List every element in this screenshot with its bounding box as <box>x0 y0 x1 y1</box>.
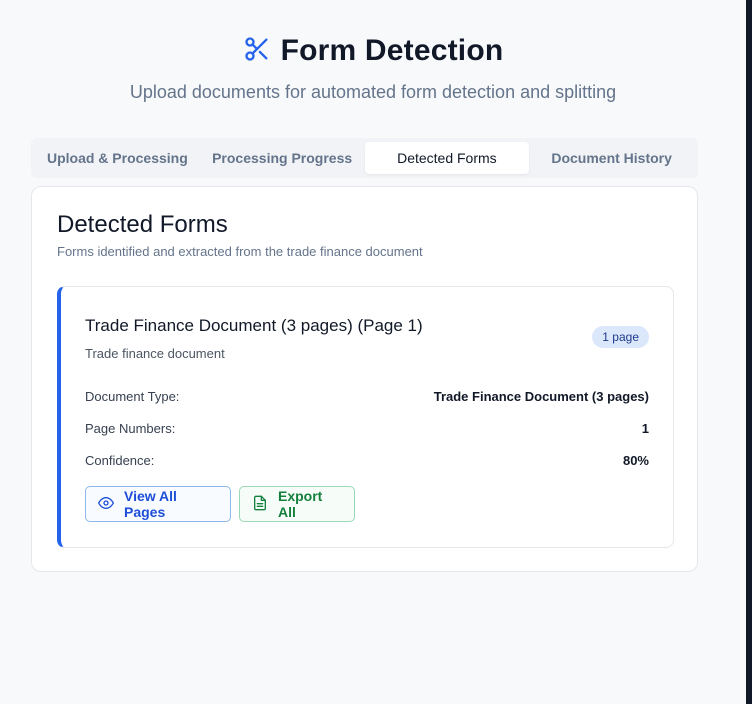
field-value: Trade Finance Document (3 pages) <box>433 389 649 404</box>
field-document-type: Document Type: Trade Finance Document (3… <box>85 389 649 404</box>
form-card: Trade Finance Document (3 pages) (Page 1… <box>57 286 674 548</box>
panel-title: Detected Forms <box>57 211 228 238</box>
tab-bar: Upload & Processing Processing Progress … <box>31 138 698 178</box>
detected-forms-panel: Detected Forms Forms identified and extr… <box>31 186 698 572</box>
view-all-pages-button[interactable]: View All Pages <box>85 486 231 522</box>
panel-description: Forms identified and extracted from the … <box>57 244 423 259</box>
eye-icon <box>98 495 114 514</box>
field-label: Page Numbers: <box>85 421 176 436</box>
view-all-pages-label: View All Pages <box>124 488 177 520</box>
tab-document-history[interactable]: Document History <box>529 142 694 174</box>
field-value: 80% <box>622 453 649 468</box>
field-label: Document Type: <box>85 389 180 404</box>
page-title: Form Detection <box>280 34 504 67</box>
scissors-icon <box>243 35 271 68</box>
tab-detected-forms[interactable]: Detected Forms <box>364 142 530 174</box>
export-all-button[interactable]: Export All <box>239 486 355 522</box>
page-subtitle: Upload documents for automated form dete… <box>129 82 617 102</box>
page-count-badge: 1 page <box>592 326 649 348</box>
field-value: 1 <box>641 421 649 436</box>
field-confidence: Confidence: 80% <box>85 453 649 468</box>
page-header: Form Detection Upload documents for auto… <box>0 34 746 103</box>
file-icon <box>252 495 268 514</box>
window-edge <box>746 0 752 704</box>
field-page-numbers: Page Numbers: 1 <box>85 421 649 436</box>
tab-upload-processing[interactable]: Upload & Processing <box>35 142 200 174</box>
export-all-label: Export All <box>278 488 323 520</box>
field-label: Confidence: <box>85 453 155 468</box>
form-card-title: Trade Finance Document (3 pages) (Page 1… <box>85 316 423 335</box>
title-row: Form Detection <box>0 34 746 68</box>
tab-processing-progress[interactable]: Processing Progress <box>200 142 365 174</box>
form-card-subtitle: Trade finance document <box>85 346 225 361</box>
